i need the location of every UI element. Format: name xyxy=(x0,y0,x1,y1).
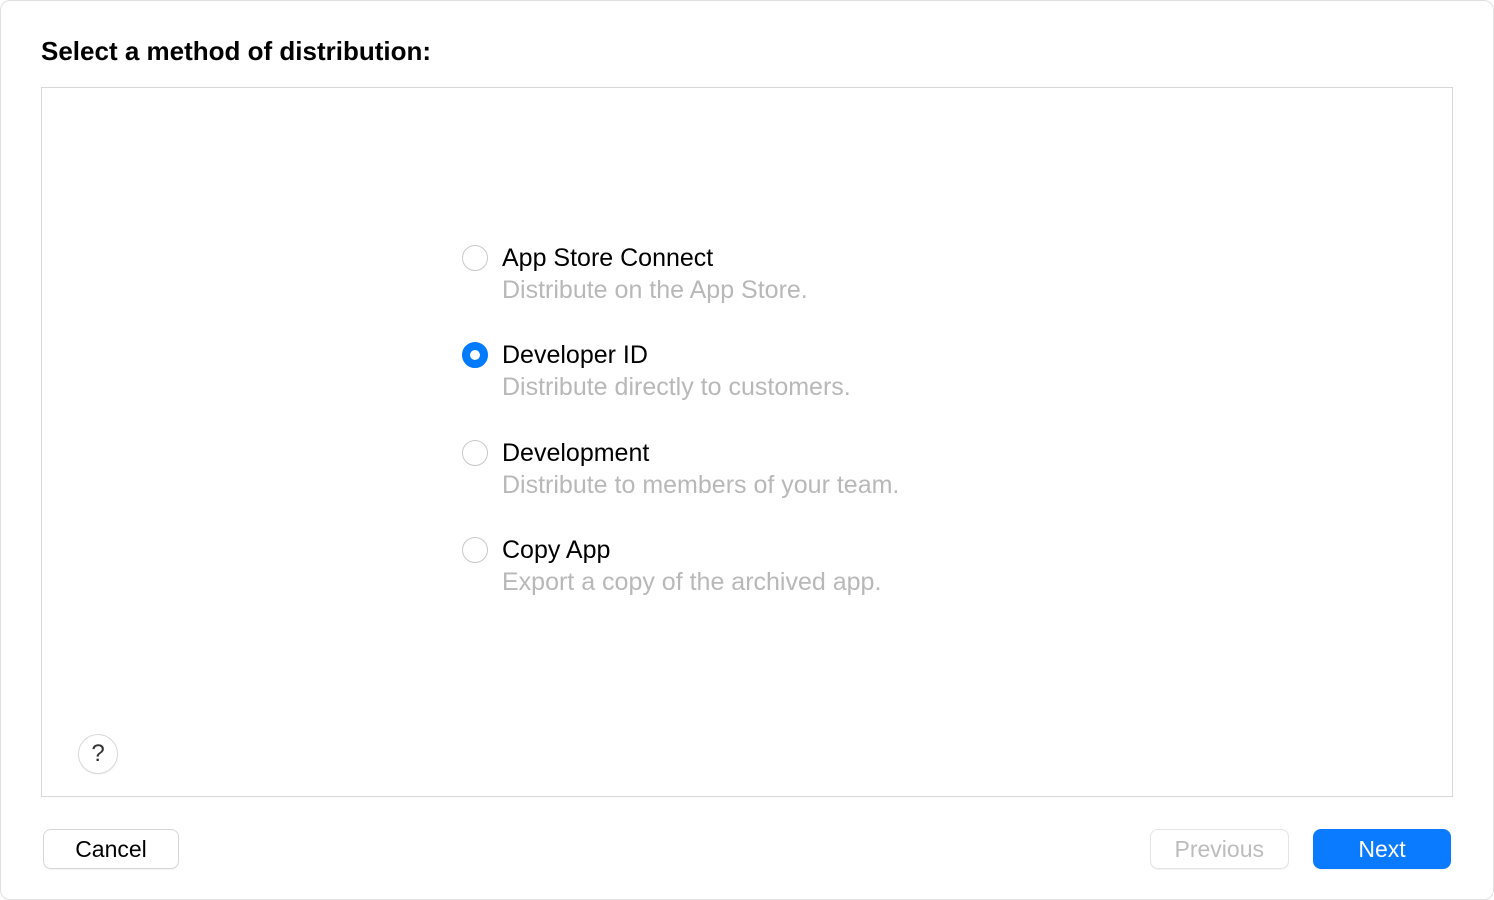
button-group-right: Previous Next xyxy=(1150,829,1451,869)
button-bar: Cancel Previous Next xyxy=(41,829,1453,869)
option-app-store-connect[interactable]: App Store Connect Distribute on the App … xyxy=(462,243,808,306)
option-desc: Export a copy of the archived app. xyxy=(502,567,881,598)
dialog-heading: Select a method of distribution: xyxy=(41,36,1453,67)
option-title: Copy App xyxy=(502,535,881,565)
distribution-method-dialog: Select a method of distribution: App Sto… xyxy=(1,1,1493,899)
help-icon: ? xyxy=(91,740,104,768)
option-text: Development Distribute to members of you… xyxy=(502,438,899,501)
content-box: App Store Connect Distribute on the App … xyxy=(41,87,1453,797)
option-desc: Distribute directly to customers. xyxy=(502,372,851,403)
radio-development[interactable] xyxy=(462,440,488,466)
radio-app-store-connect[interactable] xyxy=(462,245,488,271)
option-title: Developer ID xyxy=(502,340,851,370)
options-wrapper: App Store Connect Distribute on the App … xyxy=(42,88,1452,598)
option-title: App Store Connect xyxy=(502,243,808,273)
option-desc: Distribute on the App Store. xyxy=(502,275,808,306)
option-text: App Store Connect Distribute on the App … xyxy=(502,243,808,306)
option-text: Developer ID Distribute directly to cust… xyxy=(502,340,851,403)
option-developer-id[interactable]: Developer ID Distribute directly to cust… xyxy=(462,340,851,403)
previous-button: Previous xyxy=(1150,829,1289,869)
option-copy-app[interactable]: Copy App Export a copy of the archived a… xyxy=(462,535,881,598)
option-development[interactable]: Development Distribute to members of you… xyxy=(462,438,899,501)
radio-developer-id[interactable] xyxy=(462,342,488,368)
cancel-button[interactable]: Cancel xyxy=(43,829,179,869)
option-text: Copy App Export a copy of the archived a… xyxy=(502,535,881,598)
radio-copy-app[interactable] xyxy=(462,537,488,563)
option-title: Development xyxy=(502,438,899,468)
option-desc: Distribute to members of your team. xyxy=(502,470,899,501)
next-button[interactable]: Next xyxy=(1313,829,1451,869)
help-button[interactable]: ? xyxy=(78,734,118,774)
